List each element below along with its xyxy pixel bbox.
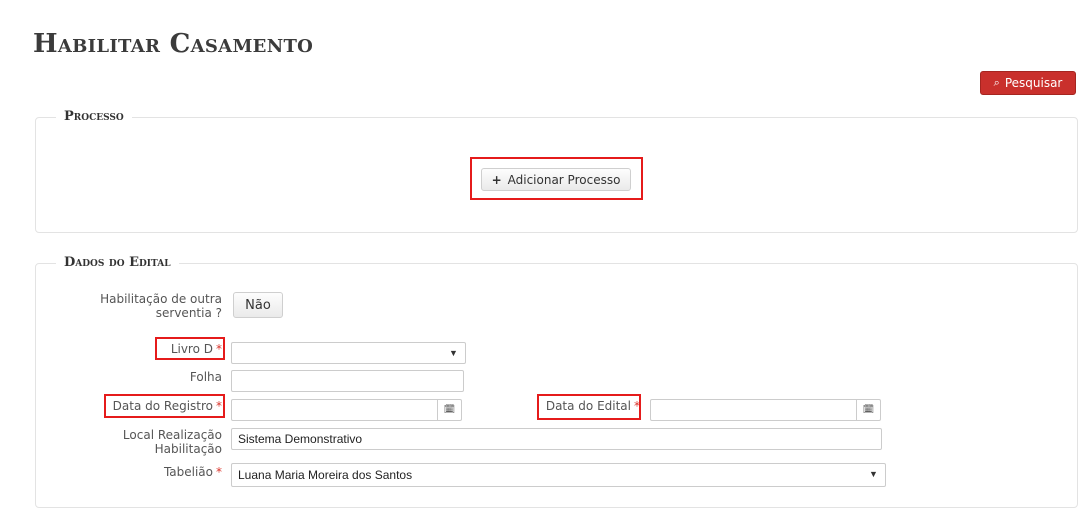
tabeliao-select[interactable]: Luana Maria Moreira dos Santos ▼ [231, 463, 886, 487]
processo-legend: Processo [56, 109, 132, 124]
data-registro-highlight [104, 394, 225, 418]
calendar-icon[interactable]: 🗓 [857, 399, 881, 421]
chevron-down-icon: ▼ [869, 469, 878, 479]
calendar-icon[interactable]: 🗓 [438, 399, 462, 421]
data-edital-highlight [537, 394, 641, 420]
required-mark: * [216, 465, 222, 479]
search-button[interactable]: ⌕ Pesquisar [980, 71, 1076, 95]
edital-legend: Dados do Edital [56, 255, 179, 270]
folha-input[interactable] [231, 370, 464, 392]
search-icon: ⌕ [993, 76, 1000, 89]
chevron-down-icon: ▼ [449, 348, 458, 358]
local-input[interactable]: Sistema Demonstrativo [231, 428, 882, 450]
tabeliao-label: Tabelião * [163, 465, 222, 479]
folha-label: Folha [189, 370, 222, 384]
search-button-label: Pesquisar [1004, 76, 1063, 90]
data-edital-input[interactable] [650, 399, 857, 421]
habilitacao-label: Habilitação de outra serventia ? [100, 292, 222, 320]
habilitacao-toggle[interactable]: Não [233, 292, 283, 318]
page-title: Habilitar Casamento [33, 29, 314, 59]
local-label: Local Realização Habilitação [122, 428, 222, 456]
add-processo-highlight [470, 157, 643, 200]
livro-d-highlight [155, 337, 225, 360]
livro-d-select[interactable]: ▼ [231, 342, 466, 364]
data-registro-input[interactable] [231, 399, 438, 421]
